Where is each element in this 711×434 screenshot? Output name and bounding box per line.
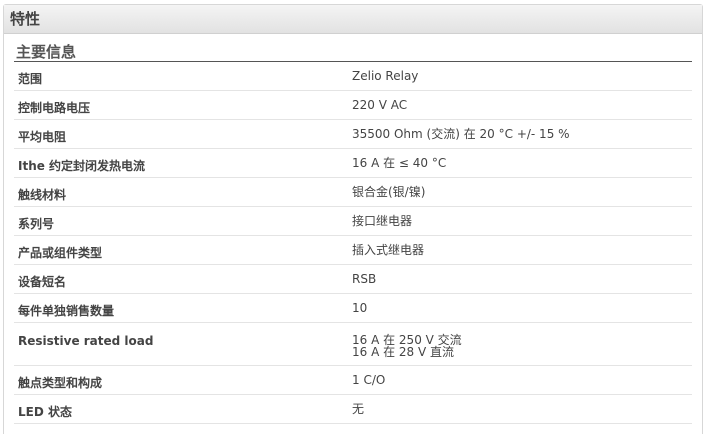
panel-title: 特性 (4, 5, 702, 34)
spec-label: 控制电路电压 (18, 101, 91, 115)
spec-value-line: RSB (352, 272, 377, 286)
spec-row: 系列号 接口继电器 (14, 207, 692, 236)
spec-value-line: Zelio Relay (352, 69, 419, 83)
spec-row: 每件单独销售数量 10 (14, 294, 692, 323)
spec-value-line: 16 A 在 28 V 直流 (352, 345, 455, 359)
spec-row: LED 状态 无 (14, 395, 692, 424)
main-info-section: 主要信息 范围 Zelio Relay 控制电路电压 220 V AC 平均电阻 3550… (14, 39, 692, 424)
spec-value-line: 1 C/O (352, 373, 386, 387)
spec-row: 产品或组件类型 插入式继电器 (14, 236, 692, 265)
spec-label: Ithe 约定封闭发热电流 (18, 159, 146, 173)
spec-value-line: 220 V AC (352, 98, 408, 112)
spec-row: 触线材料 银合金(银/镍) (14, 178, 692, 207)
spec-value-line: 16 A 在 ≤ 40 °C (352, 156, 447, 170)
spec-label: 触点类型和构成 (18, 376, 103, 390)
spec-value-line: 35500 Ohm (交流) 在 20 °C +/- 15 % (352, 127, 570, 141)
spec-value: Zelio Relay (352, 70, 692, 90)
spec-label: 平均电阻 (18, 130, 67, 144)
spec-value: 1 C/O (352, 374, 692, 394)
spec-value-line: 插入式继电器 (352, 243, 425, 257)
spec-label: 每件单独销售数量 (18, 304, 115, 318)
spec-row: 触点类型和构成 1 C/O (14, 366, 692, 395)
spec-row: 设备短名 RSB (14, 265, 692, 294)
spec-value: RSB (352, 273, 692, 293)
spec-label: 触线材料 (18, 188, 67, 202)
spec-value: 无 (352, 403, 692, 423)
spec-label: Resistive rated load (18, 334, 154, 348)
spec-value-line: 无 (352, 402, 365, 416)
spec-value: 16 A 在 ≤ 40 °C (352, 157, 692, 177)
characteristics-panel: 特性 主要信息 范围 Zelio Relay 控制电路电压 220 V AC 平均电阻 3… (3, 4, 703, 434)
spec-label: 系列号 (18, 217, 55, 231)
spec-label: 产品或组件类型 (18, 246, 103, 260)
spec-value: 银合金(银/镍) (352, 186, 692, 206)
spec-row: 控制电路电压 220 V AC (14, 91, 692, 120)
spec-label: 范围 (18, 72, 43, 86)
spec-table: 范围 Zelio Relay 控制电路电压 220 V AC 平均电阻 35500 Ohm… (14, 62, 692, 424)
spec-label: LED 状态 (18, 405, 72, 419)
spec-row: Ithe 约定封闭发热电流 16 A 在 ≤ 40 °C (14, 149, 692, 178)
section-title: 主要信息 (14, 39, 692, 62)
spec-value: 接口继电器 (352, 215, 692, 235)
spec-value-line: 10 (352, 301, 368, 315)
spec-value: 35500 Ohm (交流) 在 20 °C +/- 15 % (352, 128, 692, 148)
spec-value: 10 (352, 302, 692, 322)
spec-row: 平均电阻 35500 Ohm (交流) 在 20 °C +/- 15 % (14, 120, 692, 149)
spec-value-line: 接口继电器 (352, 214, 413, 228)
spec-value: 220 V AC (352, 99, 692, 119)
spec-value: 插入式继电器 (352, 244, 692, 264)
spec-value-line: 银合金(银/镍) (352, 185, 426, 199)
spec-value: 16 A 在 250 V 交流 16 A 在 28 V 直流 (352, 334, 692, 365)
spec-row: Resistive rated load 16 A 在 250 V 交流 16 A … (14, 323, 692, 366)
spec-row: 范围 Zelio Relay (14, 62, 692, 91)
spec-label: 设备短名 (18, 275, 67, 289)
